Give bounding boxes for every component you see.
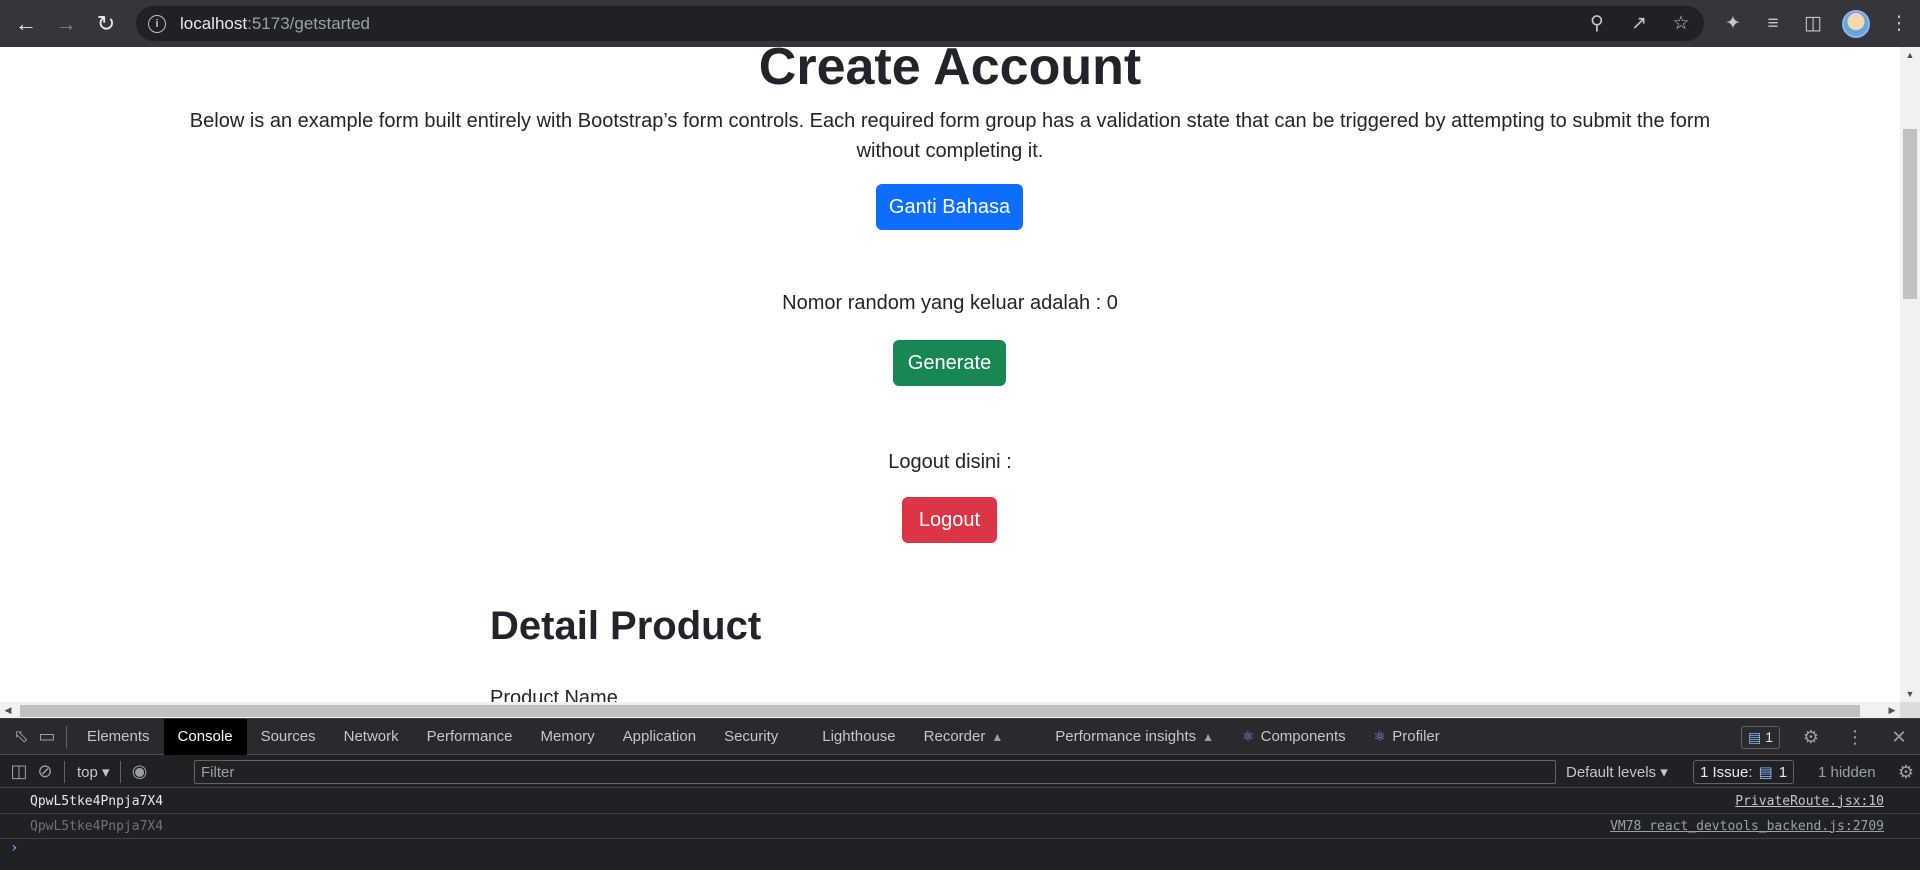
settings-gear-icon[interactable]: ⚙ [1798,727,1824,748]
react-icon: ⚛ [1373,728,1387,744]
console-log-row: QpwL5tke4Pnpja7X4 VM78 react_devtools_ba… [0,814,1920,839]
inspect-element-icon[interactable]: ⬁ [8,726,34,747]
profile-avatar[interactable] [1842,9,1870,38]
side-panel-icon[interactable]: ◫ [1802,12,1824,35]
vertical-scroll-thumb[interactable] [1903,129,1917,299]
page-title: Create Account [758,47,1142,96]
console-filter-input[interactable] [194,760,1556,784]
site-info-icon[interactable]: i [148,14,166,33]
forward-icon[interactable]: → [46,4,86,44]
tab-performance-insights[interactable]: Performance insights ▲ [1041,719,1228,755]
reading-list-icon[interactable]: ≡ [1762,13,1784,35]
tab-network[interactable]: Network [330,719,413,755]
url-text: localhost:5173/getstarted [180,13,370,33]
console-prompt-icon[interactable]: › [10,840,18,856]
live-expression-eye-icon[interactable]: ◉ [127,761,153,782]
tab-sources[interactable]: Sources [247,719,330,755]
tab-elements[interactable]: Elements [73,719,164,755]
key-icon[interactable]: ⚲ [1586,12,1608,35]
tab-profiler[interactable]: ⚛ Profiler [1360,719,1454,755]
change-language-button[interactable]: Ganti Bahasa [876,184,1023,230]
log-source-link[interactable]: VM78 react_devtools_backend.js:2709 [1610,819,1884,834]
extensions-icon[interactable]: ✦ [1722,12,1744,35]
issues-button[interactable]: 1 Issue: ▤ 1 [1693,760,1795,784]
console-settings-gear-icon[interactable]: ⚙ [1898,756,1914,788]
address-bar[interactable]: i localhost:5173/getstarted ⚲ ↗ ☆ [136,6,1704,41]
tab-lighthouse[interactable]: Lighthouse [808,719,909,755]
log-levels-dropdown[interactable]: Default levels ▾ [1566,756,1668,788]
tab-console[interactable]: Console [163,718,247,755]
horizontal-scrollbar[interactable]: ◀ ▶ [0,702,1900,718]
tab-memory[interactable]: Memory [527,719,609,755]
device-toolbar-icon[interactable]: ▭ [34,726,60,747]
filter-divider [64,760,65,783]
console-sidebar-icon[interactable]: ◫ [6,761,32,782]
clear-console-icon[interactable]: ⊘ [32,761,58,782]
experimental-flask-icon: ▲ [991,729,1004,744]
random-number-text: Nomor random yang keluar adalah : 0 [782,292,1118,314]
detail-product-heading: Detail Product [490,604,762,648]
logout-button[interactable]: Logout [902,497,997,543]
message-icon: ▤ [1758,764,1773,781]
scroll-left-icon[interactable]: ◀ [0,702,16,718]
tab-components[interactable]: ⚛ Components [1228,719,1360,755]
tab-recorder[interactable]: Recorder ▲ [910,719,1042,755]
page-viewport: Create Account Below is an example form … [0,47,1920,718]
scrollbar-corner [1900,702,1920,718]
logout-text: Logout disini : [888,451,1012,473]
tab-application[interactable]: Application [609,719,710,755]
reload-icon[interactable]: ↻ [86,4,126,44]
generate-button[interactable]: Generate [893,340,1006,386]
tab-security[interactable]: Security [710,719,808,755]
tab-divider [66,725,67,748]
scroll-up-icon[interactable]: ▲ [1900,47,1920,63]
scroll-right-icon[interactable]: ▶ [1884,702,1900,718]
devtools-menu-icon[interactable]: ⋮ [1842,727,1868,748]
console-filter-bar: ◫ ⊘ top ▾ ◉ Default levels ▾ 1 Issue:▤1 … [0,756,1920,788]
horizontal-scroll-thumb[interactable] [20,705,1860,717]
vertical-scrollbar[interactable]: ▲ ▼ [1900,47,1920,702]
share-icon[interactable]: ↗ [1628,12,1650,35]
react-icon: ⚛ [1242,728,1255,744]
bookmark-star-icon[interactable]: ☆ [1670,12,1692,35]
experimental-flask-icon: ▲ [1202,729,1215,744]
log-source-link[interactable]: PrivateRoute.jsx:10 [1735,794,1884,809]
hidden-count: 1 hidden [1818,763,1876,781]
log-message: QpwL5tke4Pnpja7X4 [30,793,164,809]
lead-paragraph: Below is an example form built entirely … [189,110,1711,162]
console-log-row: QpwL5tke4Pnpja7X4 PrivateRoute.jsx:10 [0,789,1920,814]
message-icon: ▤ [1747,728,1762,745]
tab-performance[interactable]: Performance [413,719,527,755]
context-select[interactable]: top ▾ [77,763,110,781]
browser-toolbar: ← → ↻ i localhost:5173/getstarted ⚲ ↗ ☆ … [0,0,1920,47]
devtools-panel: ⬁ ▭ Elements Console Sources Network Per… [0,718,1920,870]
messages-badge[interactable]: ▤ 1 [1740,725,1780,749]
close-devtools-icon[interactable]: ✕ [1886,727,1912,748]
menu-kebab-icon[interactable]: ⋮ [1888,12,1910,35]
devtools-tabbar: ⬁ ▭ Elements Console Sources Network Per… [0,718,1920,755]
filter-divider [119,760,121,783]
log-message: QpwL5tke4Pnpja7X4 [30,818,164,834]
back-icon[interactable]: ← [6,4,46,44]
scroll-down-icon[interactable]: ▼ [1900,686,1920,702]
